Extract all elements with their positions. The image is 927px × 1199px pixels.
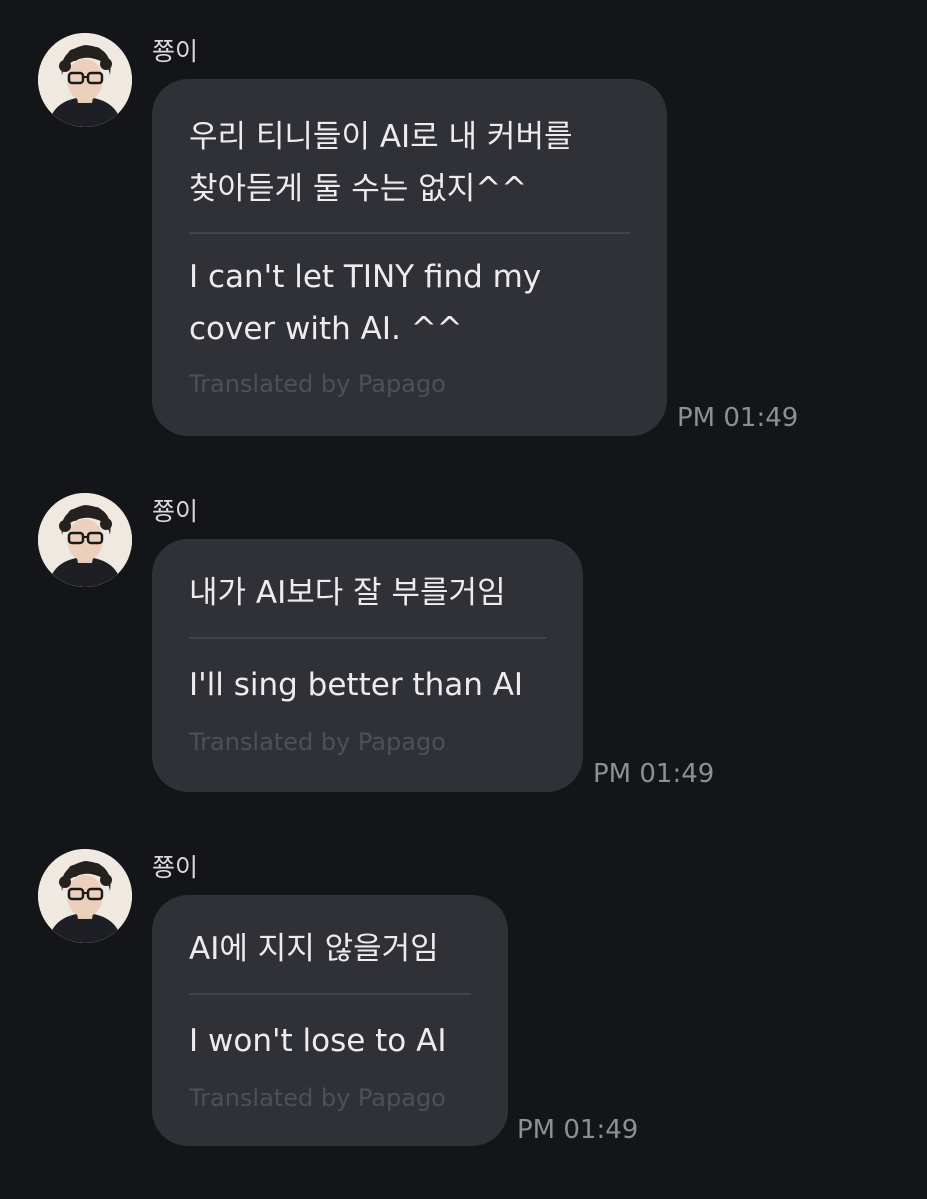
message-timestamp: PM 01:49 [517,1115,639,1145]
message-timestamp: PM 01:49 [593,759,715,789]
message-bubble[interactable]: 우리 티니들이 AI로 내 커버를 찾아듣게 둘 수는 없지^^ I can't… [152,79,667,436]
original-text-line: 내가 AI보다 잘 부를거임 [189,575,506,611]
translated-text-line: I won't lose to AI [189,1023,447,1059]
translation-divider [189,232,630,234]
message-timestamp: PM 01:49 [677,403,799,433]
sender-name: 쭁이 [152,37,199,66]
sender-name: 쭁이 [152,853,199,882]
translation-divider [189,637,546,639]
translated-by-label: Translated by Papago [189,370,446,398]
original-text-line: AI에 지지 않을거임 [189,931,439,967]
sender-avatar[interactable] [38,493,132,587]
message-1: 쭁이 우리 티니들이 AI로 내 커버를 찾아듣게 둘 수는 없지^^ I ca… [0,33,927,443]
avatar-photo [38,849,132,943]
sender-avatar[interactable] [38,849,132,943]
original-text-line: 찾아듣게 둘 수는 없지^^ [189,171,528,207]
translated-by-label: Translated by Papago [189,728,446,756]
translation-divider [189,993,471,995]
message-2: 쭁이 내가 AI보다 잘 부를거임 I'll sing better than … [0,493,927,803]
sender-avatar[interactable] [38,33,132,127]
message-3: 쭁이 AI에 지지 않을거임 I won't lose to AI Transl… [0,849,927,1159]
translated-text-line: I'll sing better than AI [189,667,524,703]
message-bubble[interactable]: AI에 지지 않을거임 I won't lose to AI Translate… [152,895,508,1146]
translated-text-line: cover with AI. ^^ [189,311,463,347]
original-text-line: 우리 티니들이 AI로 내 커버를 [189,119,573,155]
avatar-photo [38,493,132,587]
message-bubble[interactable]: 내가 AI보다 잘 부를거임 I'll sing better than AI … [152,539,583,792]
translated-by-label: Translated by Papago [189,1084,446,1112]
avatar-photo [38,33,132,127]
sender-name: 쭁이 [152,497,199,526]
translated-text-line: I can't let TINY find my [189,259,542,295]
